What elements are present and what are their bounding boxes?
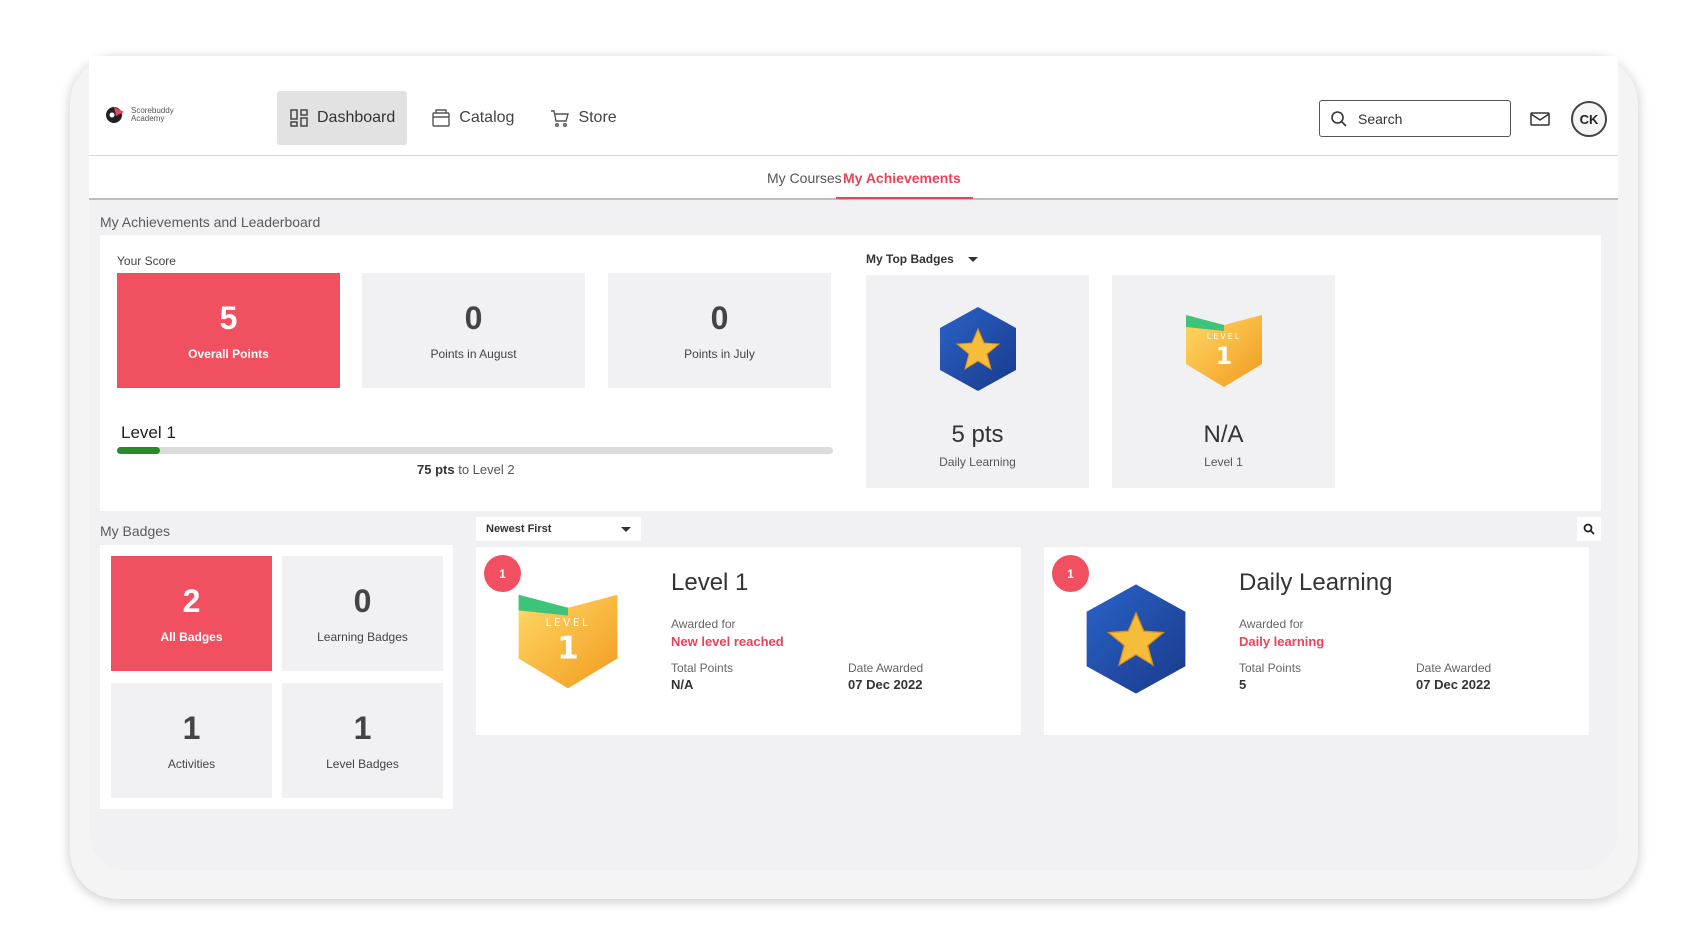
nav-dashboard-label: Dashboard — [317, 109, 396, 126]
badge-search-button[interactable] — [1577, 517, 1601, 541]
top-badge-card-level[interactable]: LEVEL 1 N/A Level 1 — [1112, 275, 1335, 488]
progress-text: 75 pts to Level 2 — [417, 462, 515, 477]
count-value: 2 — [182, 583, 201, 619]
count-value: 1 — [353, 710, 372, 746]
nav-store[interactable]: Store — [538, 91, 628, 145]
awarded-for-value: Daily learning — [1239, 634, 1325, 649]
level-shield-icon: LEVEL 1 — [518, 594, 618, 689]
top-bar: Scorebuddy Academy Dashboard Catalog Sto… — [89, 56, 1618, 156]
top-badge-label: Level 1 — [1204, 455, 1243, 469]
total-points-value: 5 — [1239, 677, 1247, 692]
level-progress-bar — [117, 447, 833, 454]
logo-icon — [104, 104, 126, 126]
logo-text: Scorebuddy Academy — [131, 107, 191, 123]
progress-pts: 75 pts — [417, 462, 455, 477]
score-value: 0 — [464, 300, 483, 336]
logo[interactable]: Scorebuddy Academy — [104, 104, 191, 126]
total-points-value: N/A — [671, 677, 694, 692]
subtabs: My Courses My Achievements — [89, 156, 1618, 200]
search-icon — [1583, 523, 1595, 535]
badge-card-level[interactable]: 1 LEVEL 1 Level 1 Awarded for New level … — [476, 547, 1021, 735]
level-number: 1 — [557, 631, 579, 667]
tab-my-achievements[interactable]: My Achievements — [843, 170, 961, 186]
count-card-level[interactable]: 1 Level Badges — [282, 683, 443, 798]
logo-line2: Academy — [131, 114, 165, 123]
count-card-activities[interactable]: 1 Activities — [111, 683, 272, 798]
badge-title: Level 1 — [671, 569, 749, 596]
nav-catalog-label: Catalog — [459, 109, 515, 126]
user-avatar[interactable]: CK — [1571, 101, 1607, 137]
nav-dashboard[interactable]: Dashboard — [277, 91, 408, 145]
level-shield-icon: LEVEL 1 — [1186, 315, 1262, 387]
date-awarded-label: Date Awarded — [848, 661, 924, 675]
app-window: Scorebuddy Academy Dashboard Catalog Sto… — [89, 56, 1618, 871]
mail-icon[interactable] — [1529, 108, 1551, 130]
tab-active-indicator — [836, 197, 973, 199]
score-card-month[interactable]: 0 Points in August — [362, 273, 585, 388]
awarded-for-label: Awarded for — [1239, 617, 1304, 631]
top-badges-dropdown[interactable]: My Top Badges — [866, 252, 978, 266]
search-input[interactable] — [1358, 110, 1488, 127]
score-label: Overall Points — [188, 347, 269, 361]
sort-label: Newest First — [486, 523, 552, 535]
count-value: 1 — [182, 710, 201, 746]
top-badge-card-daily[interactable]: 5 pts Daily Learning — [866, 275, 1089, 488]
tab-my-courses[interactable]: My Courses — [767, 170, 842, 186]
cart-icon — [551, 110, 570, 127]
top-badge-label: Daily Learning — [939, 455, 1016, 469]
count-value: 0 — [353, 583, 372, 619]
achievements-title: My Achievements and Leaderboard — [100, 214, 321, 230]
achievements-panel: Your Score 5 Overall Points 0 Points in … — [100, 235, 1601, 511]
count-card-learning[interactable]: 0 Learning Badges — [282, 556, 443, 671]
level-word: LEVEL — [546, 617, 591, 629]
level-word: LEVEL — [1207, 332, 1242, 341]
score-label: Points in August — [430, 347, 517, 361]
count-label: Activities — [167, 757, 216, 771]
search-icon — [1331, 110, 1347, 127]
level-label: Level 1 — [121, 423, 176, 442]
badge-title: Daily Learning — [1239, 569, 1393, 596]
your-score-label: Your Score — [117, 254, 176, 268]
nav-store-label: Store — [578, 109, 617, 126]
score-label: Points in July — [684, 347, 755, 361]
badge-counts-panel: 2 All Badges 0 Learning Badges 1 Activit… — [100, 545, 453, 809]
my-badges-title: My Badges — [100, 523, 171, 539]
awarded-for-label: Awarded for — [671, 617, 736, 631]
score-value: 0 — [710, 300, 729, 336]
main-nav: Dashboard Catalog Store — [277, 91, 629, 145]
sort-select[interactable]: Newest First — [476, 517, 641, 541]
top-badge-value: 5 pts — [951, 421, 1004, 448]
total-points-label: Total Points — [671, 661, 734, 675]
chevron-down-icon — [967, 256, 978, 262]
score-card-prev-month[interactable]: 0 Points in July — [608, 273, 831, 388]
level-number: 1 — [1216, 342, 1233, 370]
progress-to: to Level 2 — [458, 462, 515, 477]
badge-card-daily[interactable]: 1 Daily Learning Awarded for Daily learn… — [1044, 547, 1589, 735]
count-card-all[interactable]: 2 All Badges — [111, 556, 272, 671]
count-label: All Badges — [160, 630, 223, 644]
dashboard-icon — [290, 109, 308, 127]
star-hexagon-icon — [940, 307, 1016, 391]
score-value: 5 — [219, 300, 238, 336]
total-points-label: Total Points — [1239, 661, 1302, 675]
chevron-down-icon — [621, 526, 631, 532]
catalog-icon — [432, 109, 450, 127]
star-hexagon-icon — [1086, 584, 1186, 694]
date-awarded-value: 07 Dec 2022 — [848, 677, 923, 692]
count-label: Learning Badges — [317, 630, 408, 644]
top-badge-value: N/A — [1203, 421, 1244, 448]
top-badges-label: My Top Badges — [866, 252, 954, 266]
awarded-for-value: New level reached — [671, 634, 784, 649]
count-label: Level Badges — [326, 757, 399, 771]
level-progress-fill — [117, 447, 160, 454]
score-card-overall[interactable]: 5 Overall Points — [117, 273, 340, 388]
nav-catalog[interactable]: Catalog — [419, 91, 526, 145]
date-awarded-value: 07 Dec 2022 — [1416, 677, 1491, 692]
search-box[interactable] — [1319, 100, 1511, 137]
date-awarded-label: Date Awarded — [1416, 661, 1492, 675]
